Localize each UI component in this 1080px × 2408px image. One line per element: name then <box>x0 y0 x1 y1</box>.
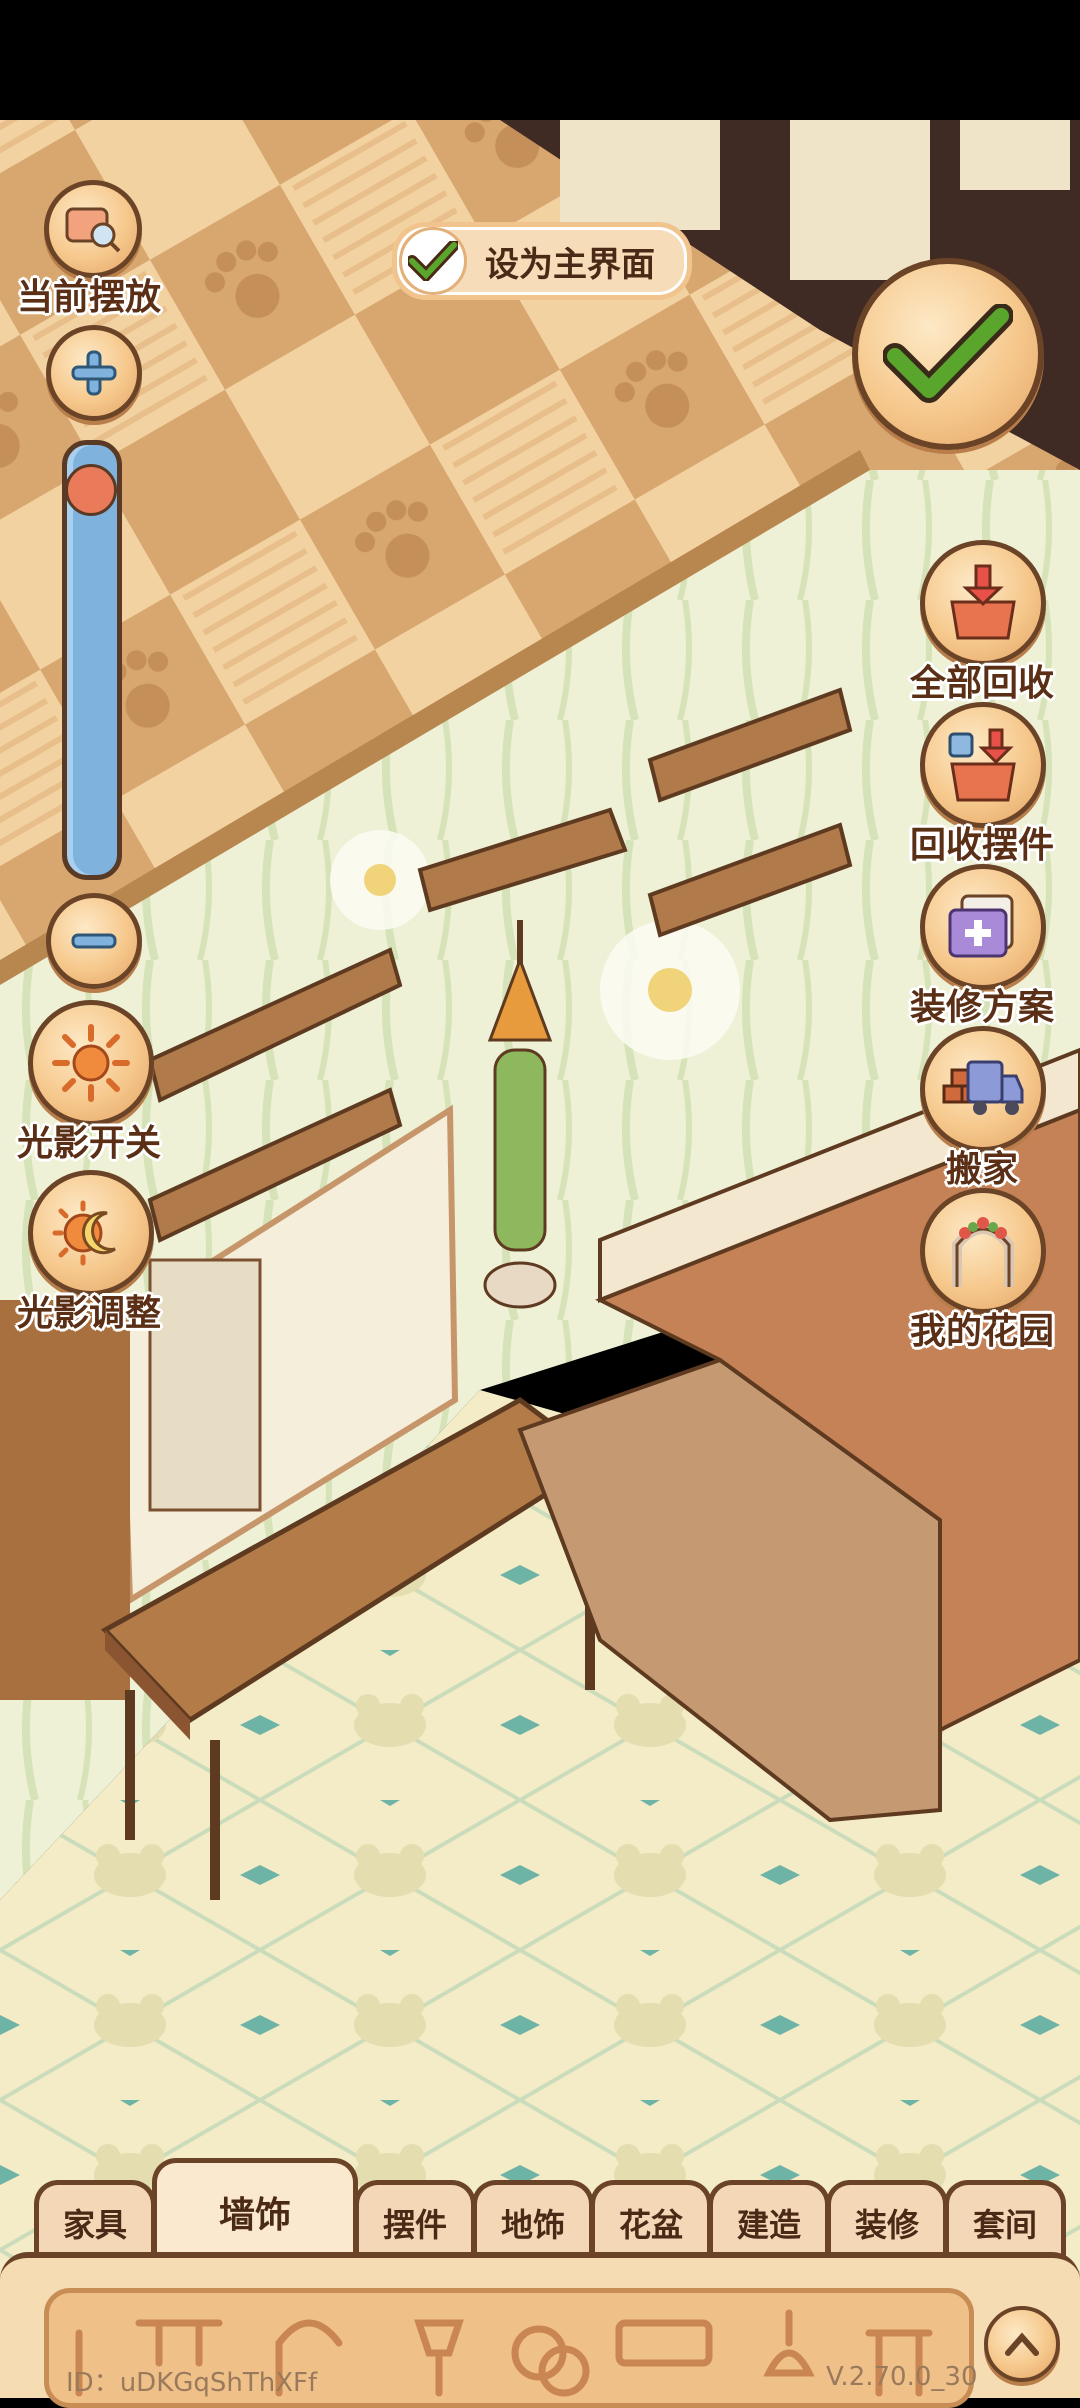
tab-label: 地饰 <box>500 2206 565 2244</box>
my-garden-button[interactable] <box>920 1188 1046 1314</box>
room-illustration <box>0 120 1080 2392</box>
box-download-icon <box>950 564 1016 640</box>
confirm-button[interactable] <box>852 258 1044 450</box>
recycle-all-label: 全部回收 <box>909 663 1054 704</box>
player-id: ID：uDKGqShThXFf <box>66 2368 318 2398</box>
tab-label: 摆件 <box>382 2206 447 2244</box>
air-conditioner-icon <box>615 2319 713 2367</box>
status-bar <box>0 0 1080 120</box>
box-cup-icon <box>948 728 1016 802</box>
checkmark-icon <box>883 304 1013 403</box>
tab-label: 花盆 <box>618 2206 683 2244</box>
renovation-plan-button[interactable] <box>920 864 1046 990</box>
light-adjust-label: 光影调整 <box>16 1293 161 1334</box>
set-main-label: 设为主界面 <box>485 244 655 285</box>
tab-label: 建造 <box>736 2206 801 2244</box>
zoom-in-button[interactable] <box>46 325 142 421</box>
light-toggle-label: 光影开关 <box>16 1123 161 1164</box>
tab-flowerpots[interactable]: 花盆 <box>590 2180 712 2261</box>
zoom-slider-handle[interactable] <box>65 464 117 516</box>
version-text: V.2.70.0_30 <box>826 2362 978 2392</box>
lamp-icon <box>414 2319 464 2397</box>
tab-build[interactable]: 建造 <box>708 2180 830 2261</box>
towel-rack-icon <box>135 2319 223 2367</box>
folder-plus-icon <box>948 894 1014 958</box>
tab-furniture[interactable]: 家具 <box>34 2180 156 2261</box>
tab-renovation[interactable]: 装修 <box>826 2180 948 2261</box>
recycle-decor-label: 回收摆件 <box>909 825 1054 866</box>
minus-icon <box>71 933 117 949</box>
set-main-toggle[interactable]: 设为主界面 <box>392 222 692 300</box>
checkbox[interactable] <box>399 227 467 295</box>
recycle-all-button[interactable] <box>920 540 1046 666</box>
checkmark-icon <box>408 241 458 281</box>
light-adjust-button[interactable] <box>28 1170 154 1296</box>
current-placement-label: 当前摆放 <box>16 277 161 318</box>
expand-tray-button[interactable] <box>984 2306 1060 2382</box>
room-scene[interactable] <box>0 120 1080 2392</box>
current-placement-button[interactable] <box>44 180 142 278</box>
chevron-up-icon <box>1005 2332 1039 2356</box>
renovation-plan-label: 装修方案 <box>909 987 1054 1028</box>
item-tray: ID：uDKGqShThXFf V.2.70.0_30 <box>0 2252 1080 2408</box>
search-box-icon <box>65 207 121 253</box>
zoom-slider[interactable] <box>62 440 122 880</box>
sun-icon <box>52 1024 130 1102</box>
paw-lamp-icon <box>763 2309 815 2377</box>
tab-ornaments[interactable]: 摆件 <box>354 2180 476 2261</box>
garden-arch-icon <box>952 1217 1014 1287</box>
tab-floor-decor[interactable]: 地饰 <box>472 2180 594 2261</box>
light-toggle-button[interactable] <box>28 1000 154 1126</box>
tab-label: 套间 <box>972 2206 1037 2244</box>
tab-wall-decor[interactable]: 墙饰 <box>152 2158 358 2261</box>
move-button[interactable] <box>920 1026 1046 1152</box>
tab-label: 装修 <box>854 2206 919 2244</box>
tab-suites[interactable]: 套间 <box>944 2180 1066 2261</box>
recycle-decor-button[interactable] <box>920 702 1046 828</box>
my-garden-label: 我的花园 <box>909 1311 1054 1352</box>
move-label: 搬家 <box>945 1149 1018 1190</box>
sun-moon-icon <box>52 1200 116 1266</box>
moving-truck-icon <box>942 1060 1024 1115</box>
tab-label: 家具 <box>62 2206 127 2244</box>
zoom-out-button[interactable] <box>46 893 142 989</box>
tab-label: 墙饰 <box>218 2195 291 2236</box>
plus-icon <box>71 350 117 396</box>
